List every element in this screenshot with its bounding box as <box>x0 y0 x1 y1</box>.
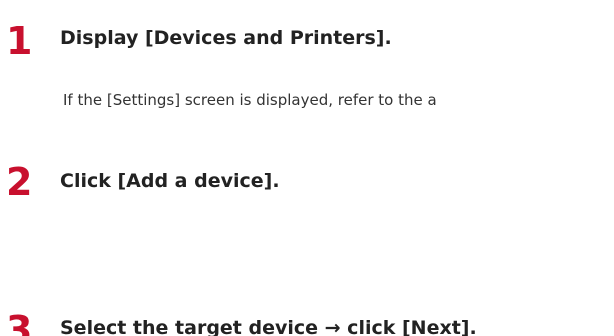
step-2: 2 Click [Add a device]. <box>0 120 614 220</box>
step-note: If the [Settings] screen is displayed, r… <box>63 91 437 109</box>
step-title: Click [Add a device]. <box>60 170 280 192</box>
step-title: Display [Devices and Printers]. <box>60 27 392 49</box>
step-title: Select the target device → click [Next]. <box>60 317 477 336</box>
step-number: 3 <box>6 308 33 336</box>
step-1: 1 Display [Devices and Printers]. If the… <box>0 0 614 120</box>
step-number: 1 <box>6 19 33 63</box>
step-number: 2 <box>6 160 33 204</box>
step-3: 3 Select the target device → click [Next… <box>0 220 614 336</box>
